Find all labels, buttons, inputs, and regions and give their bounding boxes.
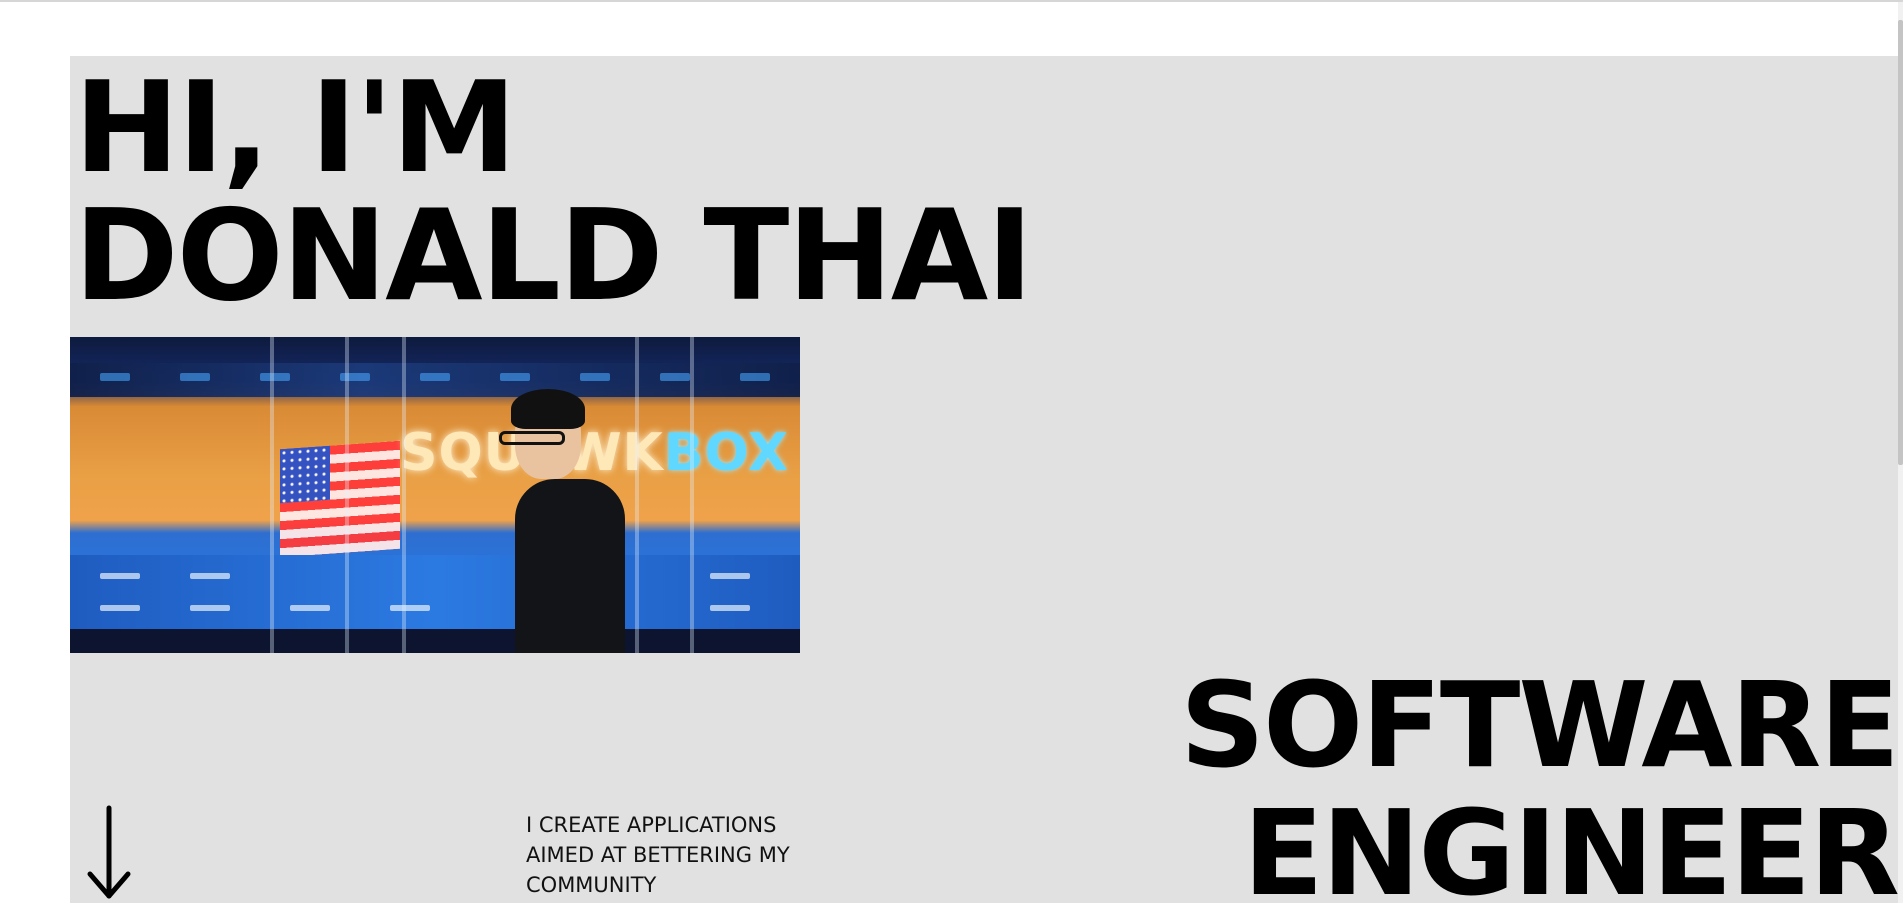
role-line: SOFTWARE bbox=[1179, 656, 1898, 794]
top-border bbox=[0, 0, 1903, 2]
hero-section: HI, I'M DONALD THAI SQUAWKBOX bbox=[70, 56, 1898, 903]
hero-photo: SQUAWKBOX bbox=[70, 337, 800, 653]
photo-mullion bbox=[635, 337, 639, 653]
photo-mullion bbox=[270, 337, 274, 653]
photo-flag bbox=[280, 440, 400, 558]
scrollbar-thumb[interactable] bbox=[1898, 20, 1903, 465]
photo-mullion bbox=[690, 337, 694, 653]
hero-name: DONALD THAI bbox=[74, 182, 1033, 329]
hero-headline: HI, I'M DONALD THAI bbox=[74, 56, 1033, 329]
photo-person bbox=[495, 389, 625, 653]
hero-greeting: HI, I'M bbox=[74, 56, 517, 201]
tagline-line: COMMUNITY bbox=[526, 873, 657, 897]
photo-mullion bbox=[345, 337, 349, 653]
photo-sign-text-b: BOX bbox=[663, 423, 789, 483]
photo-mullion bbox=[402, 337, 406, 653]
hero-role: SOFTWARE ENGINEER bbox=[1180, 661, 1898, 903]
arrow-down-icon[interactable] bbox=[84, 804, 134, 903]
page-scrollbar[interactable] bbox=[1898, 2, 1903, 903]
tagline-line: AIMED AT BETTERING MY bbox=[526, 843, 790, 867]
hero-tagline: I CREATE APPLICATIONS AIMED AT BETTERING… bbox=[526, 810, 826, 900]
role-line: ENGINEER bbox=[1243, 784, 1898, 903]
tagline-line: I CREATE APPLICATIONS bbox=[526, 813, 777, 837]
